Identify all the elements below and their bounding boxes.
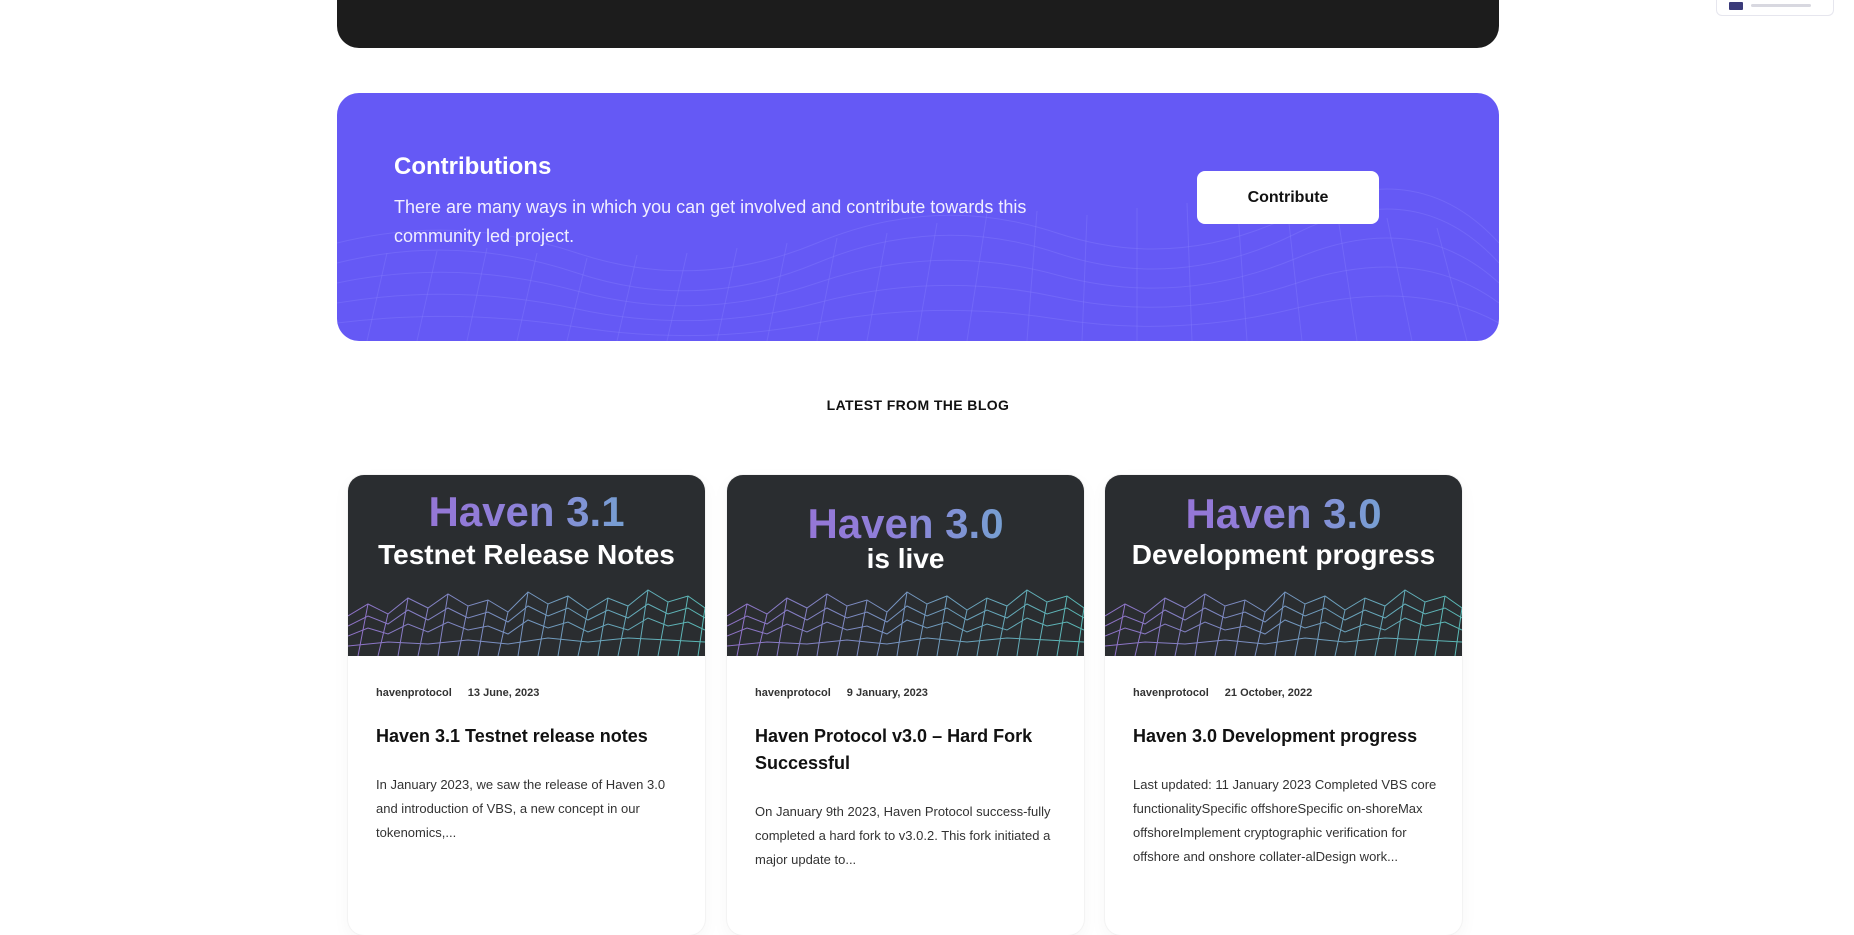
post-title[interactable]: Haven 3.1 Testnet release notes [376,723,676,750]
post-excerpt: On January 9th 2023, Haven Protocol succ… [755,804,1051,867]
blog-section-heading: LATEST FROM THE BLOG [826,397,1010,413]
language-label-placeholder [1751,4,1811,7]
contribute-button[interactable]: Contribute [1197,171,1379,224]
post-meta: havenprotocol 9 January, 2023 [755,687,928,699]
post-meta: havenprotocol 13 June, 2023 [376,687,539,699]
blog-card-banner[interactable]: Haven 3.0 is live [727,475,1084,656]
post-author[interactable]: havenprotocol [1133,687,1209,699]
banner-title: Haven 3.0 [1105,493,1462,535]
post-title[interactable]: Haven Protocol v3.0 – Hard Fork Successf… [755,723,1055,777]
post-meta: havenprotocol 21 October, 2022 [1133,687,1312,699]
contributions-banner: Contributions There are many ways in whi… [337,93,1499,341]
post-date: 13 June, 2023 [467,687,540,699]
wireframe-wave-graphic [348,589,705,656]
blog-card-banner[interactable]: Haven 3.0 Development progress [1105,475,1462,656]
banner-subtitle: is live [866,543,945,574]
contributions-description: There are many ways in which you can get… [394,197,1027,246]
blog-card[interactable]: Haven 3.0 Development progress havenprot… [1105,475,1462,935]
banner-title: Haven 3.0 [727,503,1084,545]
post-date: 9 January, 2023 [846,687,928,699]
banner-subtitle: Development progress [1131,539,1436,570]
post-title[interactable]: Haven 3.0 Development progress [1133,723,1433,750]
hero-dark-block [337,0,1499,48]
blog-card[interactable]: Haven 3.1 Testnet Release Notes havenpro… [348,475,705,935]
post-author[interactable]: havenprotocol [376,687,452,699]
banner-subtitle: Testnet Release Notes [378,539,675,570]
wireframe-wave-graphic [1105,589,1462,656]
post-excerpt: Last updated: 11 January 2023 Completed … [1133,777,1437,864]
post-excerpt: In January 2023, we saw the release of H… [376,777,666,840]
blog-card[interactable]: Haven 3.0 is live havenprotocol 9 Januar… [727,475,1084,935]
post-date: 21 October, 2022 [1224,687,1313,699]
language-switcher[interactable] [1716,0,1834,16]
banner-title: Haven 3.1 [348,491,705,533]
wireframe-wave-graphic [727,589,1084,656]
flag-icon [1729,1,1743,10]
contributions-title: Contributions [394,153,552,180]
post-author[interactable]: havenprotocol [755,687,831,699]
blog-card-banner[interactable]: Haven 3.1 Testnet Release Notes [348,475,705,656]
